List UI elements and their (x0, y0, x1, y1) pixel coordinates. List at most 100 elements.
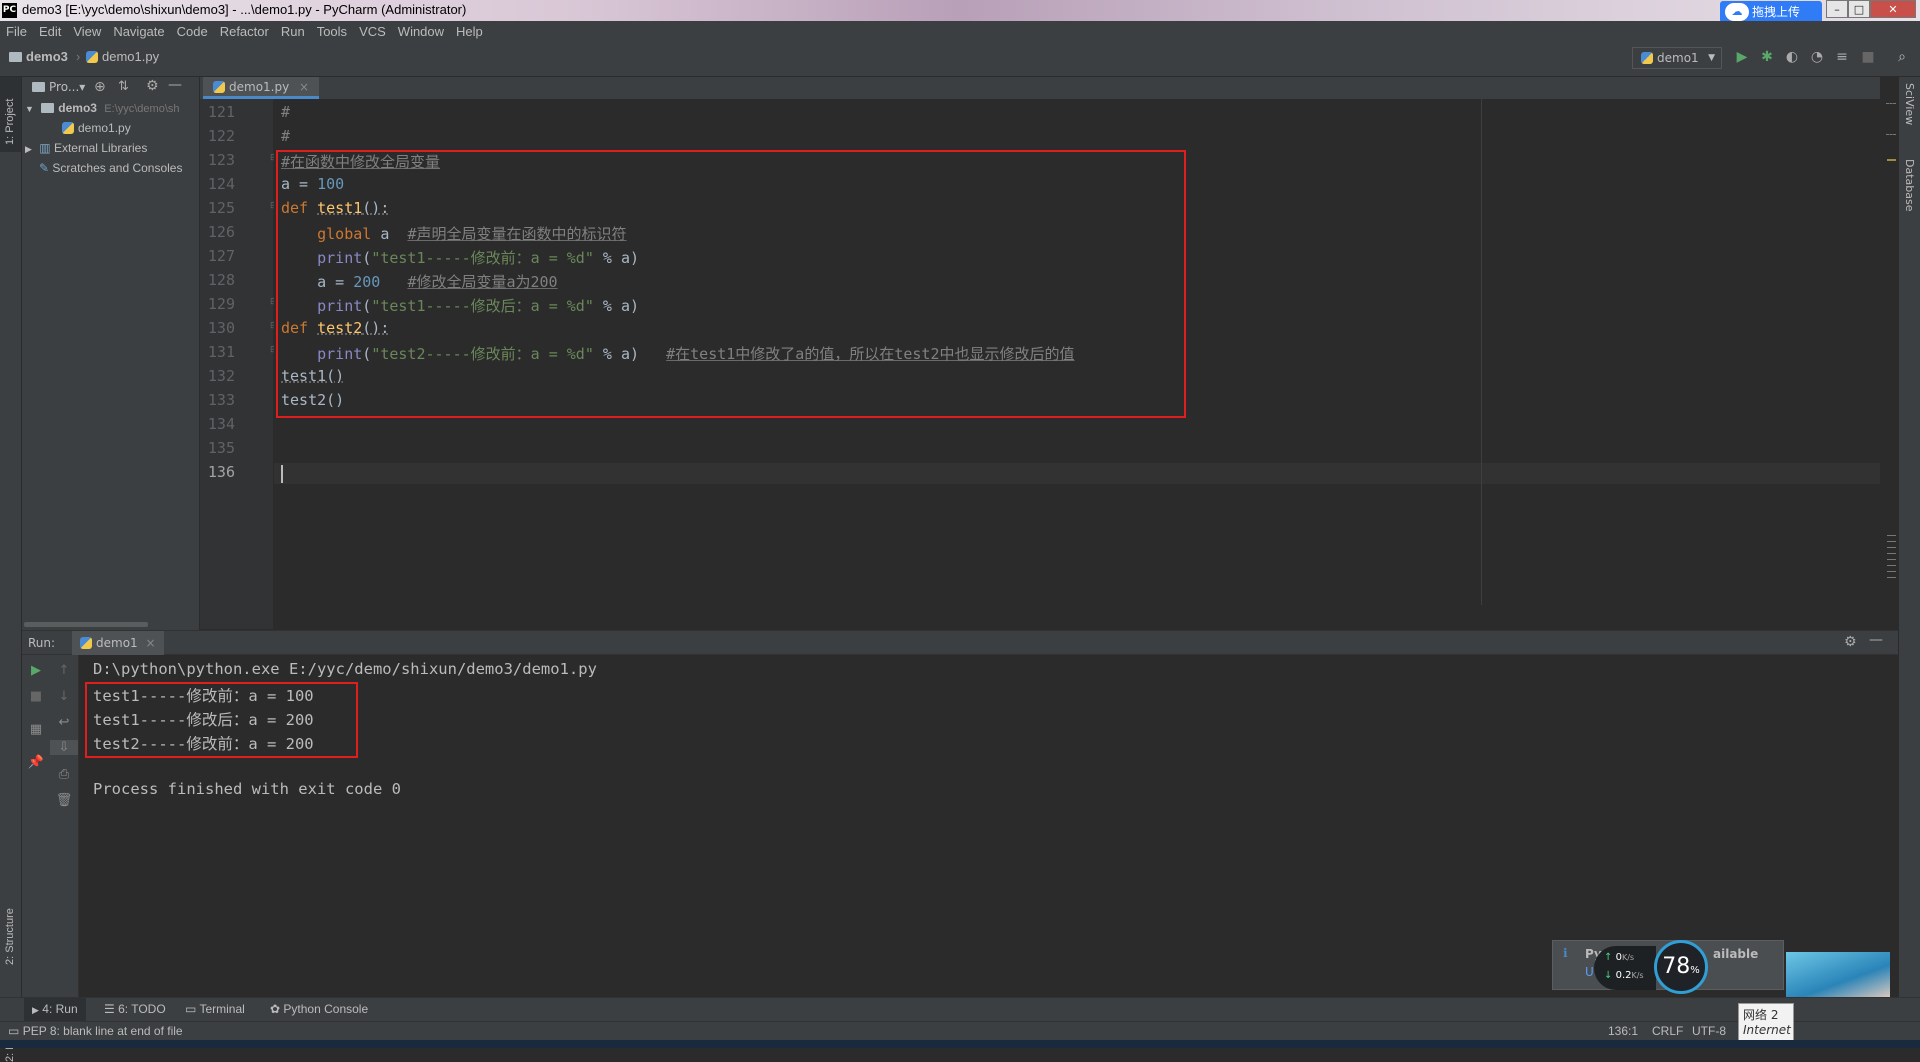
code-highlight-box (276, 150, 1186, 418)
debug-icon[interactable]: ✱ (1759, 49, 1775, 65)
todo-tool-tab[interactable]: ☰ 6: TODO (104, 1002, 166, 1016)
line-number: 124 (207, 175, 235, 193)
up-arrow-icon: ↑ (1604, 952, 1613, 963)
upload-speed: ↑ 0K/s (1604, 952, 1635, 963)
collapse-icon[interactable]: ⇅ (118, 79, 129, 94)
run-icon[interactable]: ▶ (1734, 49, 1750, 65)
project-icon (32, 82, 45, 92)
hide-panel-icon[interactable]: — (168, 77, 182, 93)
network-popup: 网络 2 Internet (1738, 1003, 1794, 1041)
status-message[interactable]: ▭ PEP 8: blank line at end of file (8, 1024, 183, 1038)
line-number: 127 (207, 247, 235, 265)
python-file-icon (80, 637, 92, 649)
menu-vcs[interactable]: VCS (353, 21, 392, 39)
structure-tool-tab[interactable]: 2: Structure (4, 885, 16, 965)
python-file-icon (86, 51, 98, 63)
stop-icon[interactable]: ■ (22, 689, 50, 704)
network-speed-widget: ↑ 0K/s ↓ 0.2K/s (1594, 946, 1656, 990)
tree-external-libraries[interactable]: ▶ ▥ External Libraries (25, 141, 147, 155)
rerun-icon[interactable]: ▶ (22, 663, 50, 678)
coverage-icon[interactable]: ◐ (1784, 49, 1800, 65)
upload-button-label: 拖拽上传 (1752, 5, 1801, 19)
line-number-gutter: 121 122 123 124 125 126 127 128 129 130 … (200, 99, 278, 629)
menu-run[interactable]: Run (275, 21, 311, 39)
notification-link[interactable]: U (1585, 965, 1594, 979)
run-panel-header: Run: demo1 × ⚙ — (22, 630, 1898, 655)
pycharm-logo-icon: PC (2, 3, 17, 18)
menu-refactor[interactable]: Refactor (214, 21, 275, 39)
search-icon[interactable]: ⌕ (1894, 49, 1910, 65)
caret-position[interactable]: 136:1 (1608, 1024, 1638, 1038)
tool-window-bar: ▶ 4: Run ☰ 6: TODO ▭ Terminal ✿ Python C… (0, 997, 1920, 1021)
line-number: 126 (207, 223, 235, 241)
close-tab-icon[interactable]: × (299, 80, 309, 94)
line-number: 129 (207, 295, 235, 313)
tab-demo1-py[interactable]: demo1.py × (203, 77, 320, 99)
line-number: 121 (207, 103, 235, 121)
tree-file-demo1[interactable]: demo1.py (62, 121, 131, 135)
project-view-select[interactable]: Pro...▾ (32, 80, 85, 94)
memory-percent-dial[interactable]: 78% (1654, 940, 1708, 994)
run-tool-tab[interactable]: ▶ 4: Run (32, 1002, 78, 1016)
upload-button[interactable]: ☁ 拖拽上传 (1720, 1, 1822, 23)
python-console-tool-tab[interactable]: ✿ Python Console (270, 1002, 368, 1016)
breadcrumb-separator: › (76, 49, 81, 64)
editor-scrollbar[interactable] (1884, 99, 1898, 629)
soft-wrap-icon[interactable]: ↩ (50, 715, 78, 730)
maximize-button[interactable]: □ (1848, 0, 1870, 18)
project-scrollbar[interactable] (24, 622, 148, 627)
database-tool-tab[interactable]: Database (1903, 159, 1916, 212)
menu-code[interactable]: Code (171, 21, 214, 39)
scroll-to-end-icon[interactable]: ⇩ (50, 740, 78, 755)
breadcrumb-project[interactable]: demo3 (9, 49, 68, 64)
concurrency-icon[interactable]: ≡ (1834, 49, 1850, 65)
stop-icon[interactable]: ■ (1860, 49, 1876, 65)
project-tool-tab[interactable]: 1: Project (4, 83, 16, 145)
menu-navigate[interactable]: Navigate (107, 21, 170, 39)
code-line-121[interactable]: # (281, 103, 290, 121)
close-tab-icon[interactable]: × (146, 636, 156, 650)
menu-help[interactable]: Help (450, 21, 489, 39)
menu-file[interactable]: File (0, 21, 33, 39)
code-line-122[interactable]: # (281, 127, 290, 145)
print-icon[interactable]: ⎙ (50, 767, 78, 782)
file-encoding[interactable]: UTF-8 (1692, 1024, 1726, 1038)
pin-icon[interactable]: 📌 (22, 755, 50, 770)
line-separator[interactable]: CRLF (1652, 1024, 1683, 1038)
output-highlight-box (85, 682, 358, 758)
scroll-thumb[interactable] (1887, 535, 1896, 581)
up-arrow-icon[interactable]: ↑ (50, 663, 78, 678)
down-arrow-icon[interactable]: ↓ (50, 689, 78, 704)
line-number: 131 (207, 343, 235, 361)
layout-icon[interactable]: ▦ (22, 722, 50, 737)
warning-marker (1887, 159, 1896, 161)
gear-icon[interactable]: ⚙ (1844, 634, 1857, 650)
cloud-icon: ☁ (1725, 3, 1749, 21)
tree-scratches[interactable]: ✎ Scratches and Consoles (39, 161, 182, 175)
info-icon: ℹ (1563, 946, 1568, 960)
locate-icon[interactable]: ⊕ (94, 79, 106, 95)
tree-root-demo3[interactable]: ▼ demo3 E:\yyc\demo\sh (25, 101, 180, 115)
close-window-button[interactable]: ✕ (1870, 0, 1916, 18)
python-console-icon: ✿ (270, 1002, 281, 1016)
gear-icon[interactable]: ⚙ (146, 78, 159, 94)
run-config-select[interactable]: demo1 ▼ (1632, 47, 1722, 69)
trash-icon[interactable]: 🗑 (50, 793, 78, 808)
menu-view[interactable]: View (67, 21, 107, 39)
line-number: 130 (207, 319, 235, 337)
profile-icon[interactable]: ◔ (1809, 49, 1825, 65)
windows-taskbar (0, 1040, 1920, 1048)
sciview-tool-tab[interactable]: SciView (1903, 83, 1916, 125)
run-tab-demo1[interactable]: demo1 × (72, 631, 164, 655)
terminal-tool-tab[interactable]: ▭ Terminal (185, 1002, 245, 1016)
menu-window[interactable]: Window (392, 21, 450, 39)
menu-tools[interactable]: Tools (311, 21, 353, 39)
menu-edit[interactable]: Edit (33, 21, 67, 39)
caret-row-highlight (274, 463, 1880, 484)
breadcrumb-file[interactable]: demo1.py (86, 49, 159, 64)
down-arrow-icon: ↓ (1604, 970, 1613, 981)
minimize-button[interactable]: – (1826, 0, 1848, 18)
network-name: 网络 2 (1743, 1008, 1779, 1022)
status-bar: ▭ PEP 8: blank line at end of file 136:1… (0, 1021, 1920, 1040)
hide-panel-icon[interactable]: — (1869, 632, 1883, 648)
